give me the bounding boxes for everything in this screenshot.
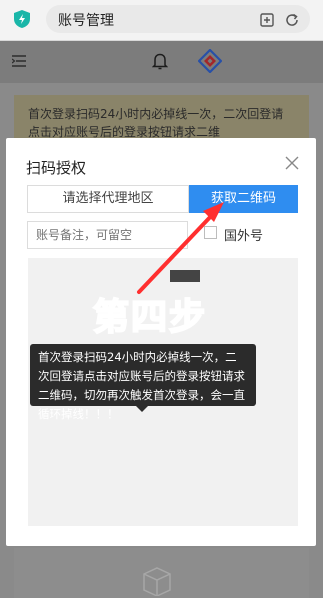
dialog-title: 扫码授权	[26, 159, 87, 177]
bell-icon[interactable]	[152, 52, 168, 70]
menu-icon[interactable]	[12, 55, 26, 67]
app-header	[0, 41, 323, 83]
step-four-label: 第四步	[92, 296, 208, 339]
account-remark-input[interactable]	[27, 221, 188, 249]
address-bar[interactable]: 账号管理	[46, 5, 310, 33]
overseas-label: 国外号	[224, 229, 264, 244]
get-qrcode-button[interactable]: 获取二维码	[189, 185, 298, 213]
login-tip-tooltip: 首次登录扫码24小时内必掉线一次，二次回登请点击对应账号后的登录按钮请求二维码，…	[30, 344, 256, 421]
page-title: 账号管理	[58, 13, 114, 29]
app-logo-icon	[198, 49, 222, 73]
browser-bar: 账号管理	[0, 0, 323, 41]
qrcode-placeholder-mark	[170, 270, 200, 282]
shield-icon	[14, 10, 30, 28]
bookmark-icon[interactable]	[259, 12, 275, 28]
tooltip-pointer	[136, 406, 148, 412]
proxy-region-select[interactable]: 请选择代理地区	[27, 185, 189, 213]
empty-box-icon	[143, 567, 171, 596]
refresh-icon[interactable]	[284, 12, 300, 28]
scan-auth-dialog: 扫码授权 请选择代理地区 获取二维码 国外号	[6, 138, 316, 546]
overseas-checkbox[interactable]	[204, 226, 217, 239]
close-icon[interactable]	[285, 156, 299, 170]
